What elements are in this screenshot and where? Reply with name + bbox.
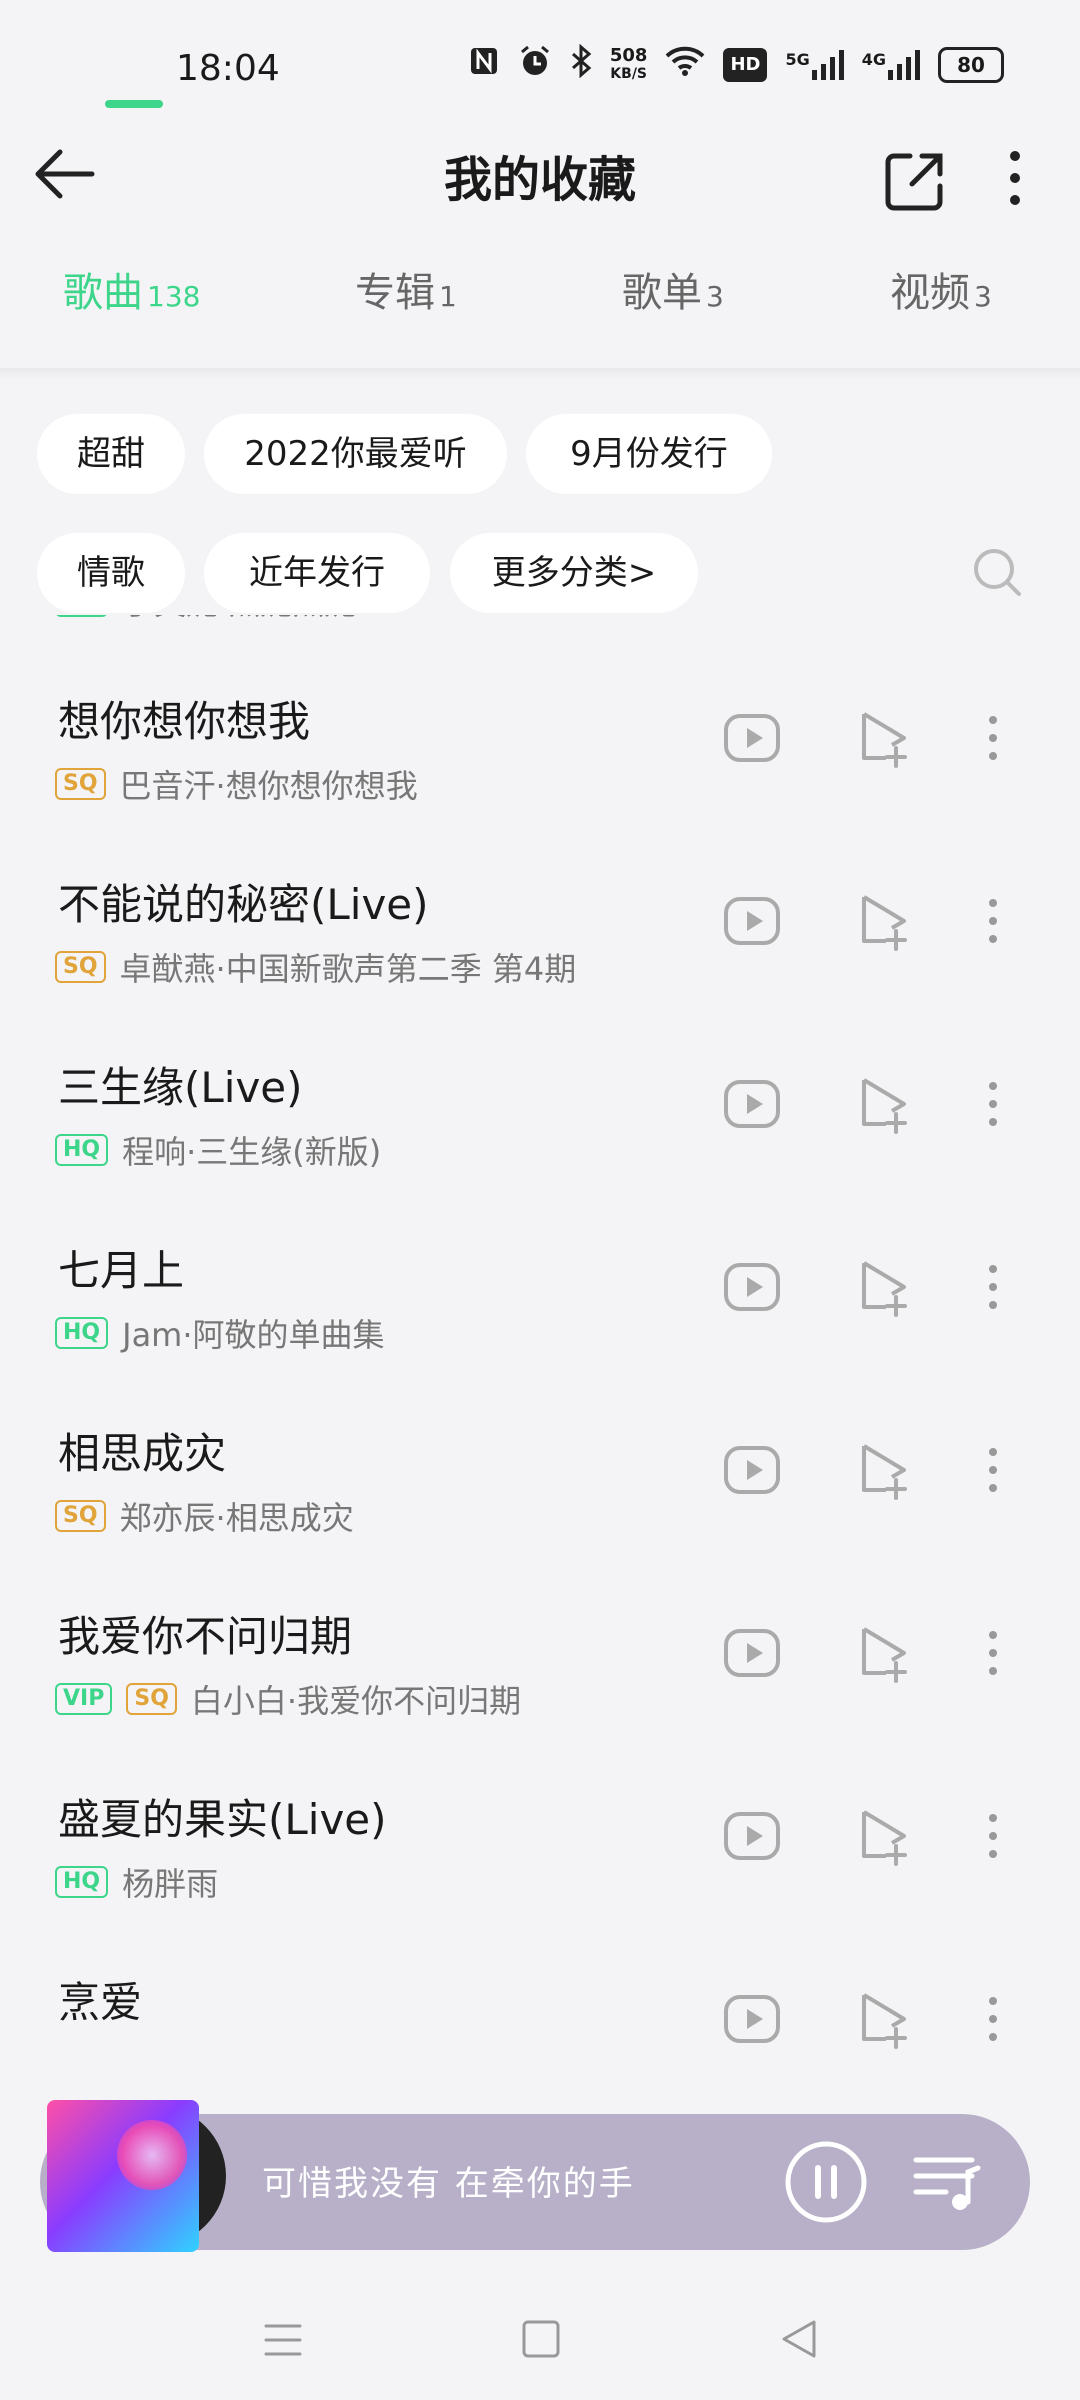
active-tab-indicator <box>105 100 163 108</box>
more-vertical-icon <box>1010 151 1020 205</box>
tab-playlists[interactable]: 歌单 3 <box>622 260 724 318</box>
signal-5g-label: 5G <box>785 49 810 69</box>
net-speed-unit: KB/S <box>610 65 648 82</box>
song-row[interactable]: 烹爱 <box>0 1814 1080 2115</box>
more-options-button[interactable] <box>990 140 1040 220</box>
nfc-icon <box>468 45 500 84</box>
signal-5g-icon: 5G <box>785 49 844 80</box>
share-button[interactable] <box>880 146 950 216</box>
song-list: HQ丁芙妮·杰妮杰妮想你想你想我SQ巴音汗·想你想你想我不能说的秘密(Live)… <box>0 615 1080 2115</box>
system-nav-bar <box>0 2280 1080 2400</box>
nav-back-button[interactable] <box>778 2318 820 2364</box>
tab-label: 歌单 <box>622 270 702 316</box>
tab-label: 歌曲 <box>63 270 143 316</box>
bluetooth-icon <box>570 43 592 85</box>
tab-count: 3 <box>974 280 992 313</box>
add-to-playlist-icon[interactable] <box>858 1989 918 2049</box>
tab-videos[interactable]: 视频 3 <box>890 260 992 318</box>
playlist-button[interactable] <box>912 2152 982 2214</box>
search-icon <box>974 549 1021 596</box>
signal-4g-icon: 4G <box>861 49 920 80</box>
play-mv-icon[interactable] <box>722 1989 782 2049</box>
status-icons: 508 KB/S HD 5G 4G 80 <box>468 43 1004 85</box>
tab-count: 3 <box>706 280 724 313</box>
alarm-icon <box>518 44 552 85</box>
song-title: 烹爱 <box>58 1978 143 2027</box>
pause-icon <box>785 2141 867 2223</box>
tab-albums[interactable]: 专辑 1 <box>355 260 457 318</box>
filter-chip[interactable]: 9月份发行 <box>526 414 772 494</box>
now-playing-text[interactable]: 可惜我没有 在牵你的手 <box>262 2156 635 2205</box>
filter-chip[interactable]: 近年发行 <box>204 533 430 613</box>
battery-indicator: 80 <box>938 46 1004 83</box>
wifi-icon <box>665 45 705 84</box>
net-speed: 508 KB/S <box>609 44 648 83</box>
hd-voice-icon: HD <box>723 47 768 82</box>
back-button[interactable] <box>30 140 110 220</box>
square-icon <box>522 2320 560 2358</box>
tab-label: 专辑 <box>355 270 435 316</box>
playlist-icon <box>913 2157 981 2210</box>
status-bar: 18:04 508 KB/S HD 5G 4G 80 <box>0 0 1080 140</box>
nav-home-button[interactable] <box>520 2318 562 2364</box>
filter-chip[interactable]: 情歌 <box>37 533 185 613</box>
nav-menu-button[interactable] <box>262 2320 304 2364</box>
album-cover[interactable] <box>47 2100 199 2252</box>
pause-button[interactable] <box>784 2140 868 2224</box>
tab-songs[interactable]: 歌曲 138 <box>63 260 200 318</box>
tab-count: 138 <box>147 280 201 313</box>
header-divider <box>0 368 1080 380</box>
song-more-icon[interactable] <box>975 1989 1011 2049</box>
tab-label: 视频 <box>890 270 970 316</box>
triangle-back-icon <box>782 2320 816 2358</box>
category-tabs: 歌曲 138 专辑 1 歌单 3 视频 3 <box>0 260 1080 370</box>
search-button[interactable] <box>970 545 1026 601</box>
more-categories-chip[interactable]: 更多分类> <box>450 533 698 613</box>
external-share-icon <box>885 153 943 211</box>
signal-4g-label: 4G <box>861 49 886 69</box>
filter-chip[interactable]: 超甜 <box>37 414 185 494</box>
menu-icon <box>264 2324 302 2356</box>
status-time: 18:04 <box>176 48 280 89</box>
arrow-left-icon <box>35 149 95 199</box>
net-speed-value: 508 <box>609 44 648 66</box>
filter-chip[interactable]: 2022你最爱听 <box>204 414 507 494</box>
tab-count: 1 <box>439 280 457 313</box>
